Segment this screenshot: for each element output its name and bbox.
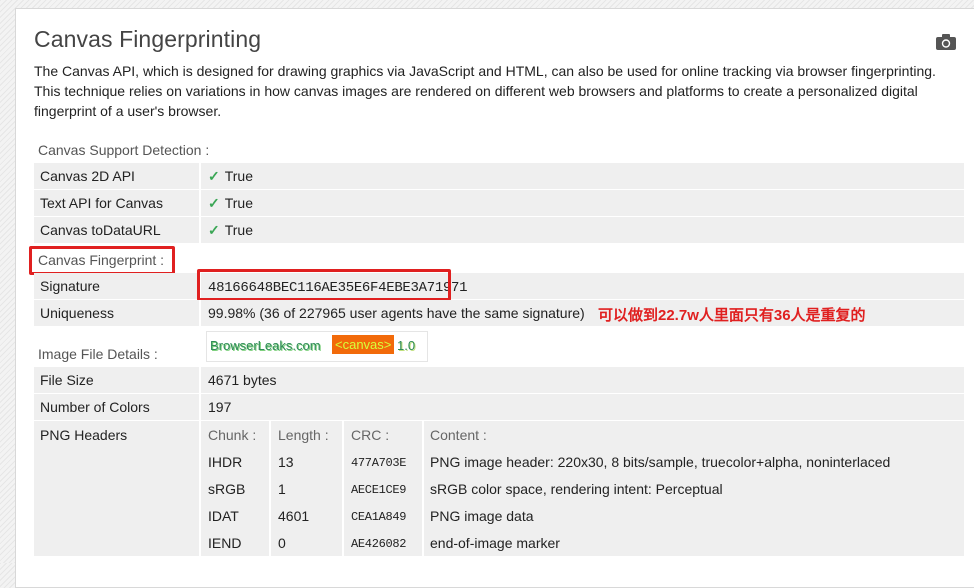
canvas-tag-text: <canvas> bbox=[332, 335, 395, 354]
crc-cell: 477A703E bbox=[351, 456, 407, 470]
row-value: ✓ True bbox=[208, 168, 254, 184]
page-title: Canvas Fingerprinting bbox=[34, 26, 262, 52]
table-row: Text API for Canvas ✓ True bbox=[34, 190, 964, 216]
length-cell: 1 bbox=[278, 481, 286, 497]
annotation-note: 可以做到22.7w人里面只有36人是重复的 bbox=[598, 307, 866, 324]
content-cell: sRGB color space, rendering intent: Perc… bbox=[430, 481, 723, 497]
content-cell: PNG image data bbox=[430, 508, 534, 524]
crc-cell: AE426082 bbox=[351, 537, 407, 551]
colors-row: Number of Colors 197 bbox=[34, 394, 964, 420]
png-headers-label: PNG Headers bbox=[40, 427, 128, 443]
highlight-box bbox=[29, 246, 175, 275]
signature-label: Signature bbox=[40, 278, 100, 294]
uniqueness-label: Uniqueness bbox=[40, 305, 114, 321]
chunk-cell: IEND bbox=[208, 535, 242, 551]
camera-icon[interactable] bbox=[935, 33, 957, 51]
png-headers-table: PNG Headers Chunk : Length : CRC : Conte… bbox=[34, 421, 964, 556]
description: The Canvas API, which is designed for dr… bbox=[34, 63, 936, 119]
chunk-cell: sRGB bbox=[208, 481, 246, 497]
support-section-label: Canvas Support Detection : bbox=[38, 142, 210, 158]
column-header-length: Length : bbox=[278, 427, 329, 443]
chunk-cell: IDAT bbox=[208, 508, 239, 524]
column-header-content: Content : bbox=[430, 427, 487, 443]
column-header-crc: CRC : bbox=[351, 427, 390, 443]
crc-cell: CEA1A849 bbox=[351, 510, 407, 524]
check-icon: ✓ bbox=[208, 195, 220, 211]
content-cell: PNG image header: 220x30, 8 bits/sample,… bbox=[430, 454, 891, 470]
crc-cell: AECE1CE9 bbox=[351, 483, 407, 497]
row-key: Canvas toDataURL bbox=[40, 222, 161, 238]
canvas-version-text: 1.0 bbox=[397, 338, 416, 353]
colors-label: Number of Colors bbox=[40, 399, 150, 415]
table-row: Canvas toDataURL ✓ True bbox=[34, 217, 964, 243]
check-icon: ✓ bbox=[208, 168, 220, 184]
signature-row: Signature 48166648BEC116AE35E6F4EBE3A719… bbox=[34, 273, 964, 299]
row-value: ✓ True bbox=[208, 195, 254, 211]
column-header-chunk: Chunk : bbox=[208, 427, 257, 443]
chunk-cell: IHDR bbox=[208, 454, 243, 470]
image-details-section-label: Image File Details : bbox=[38, 346, 158, 362]
file-size-value: 4671 bytes bbox=[208, 372, 277, 388]
canvas-image-preview: BrowserLeaks.com <canvas> 1.0 bbox=[206, 331, 428, 362]
table-row: Canvas 2D API ✓ True bbox=[34, 163, 964, 189]
colors-value: 197 bbox=[208, 399, 232, 415]
canvas-text: BrowserLeaks.com bbox=[210, 338, 321, 353]
length-cell: 4601 bbox=[278, 508, 310, 524]
check-icon: ✓ bbox=[208, 222, 220, 238]
file-size-row: File Size 4671 bytes bbox=[34, 367, 964, 393]
file-size-label: File Size bbox=[40, 372, 94, 388]
highlight-box bbox=[197, 269, 451, 301]
content-cell: end-of-image marker bbox=[430, 535, 560, 551]
length-cell: 13 bbox=[278, 454, 294, 470]
row-value: ✓ True bbox=[208, 222, 254, 238]
row-key: Text API for Canvas bbox=[40, 195, 163, 211]
row-key: Canvas 2D API bbox=[40, 168, 135, 184]
length-cell: 0 bbox=[278, 535, 286, 551]
uniqueness-value: 99.98% (36 of 227965 user agents have th… bbox=[208, 305, 585, 321]
